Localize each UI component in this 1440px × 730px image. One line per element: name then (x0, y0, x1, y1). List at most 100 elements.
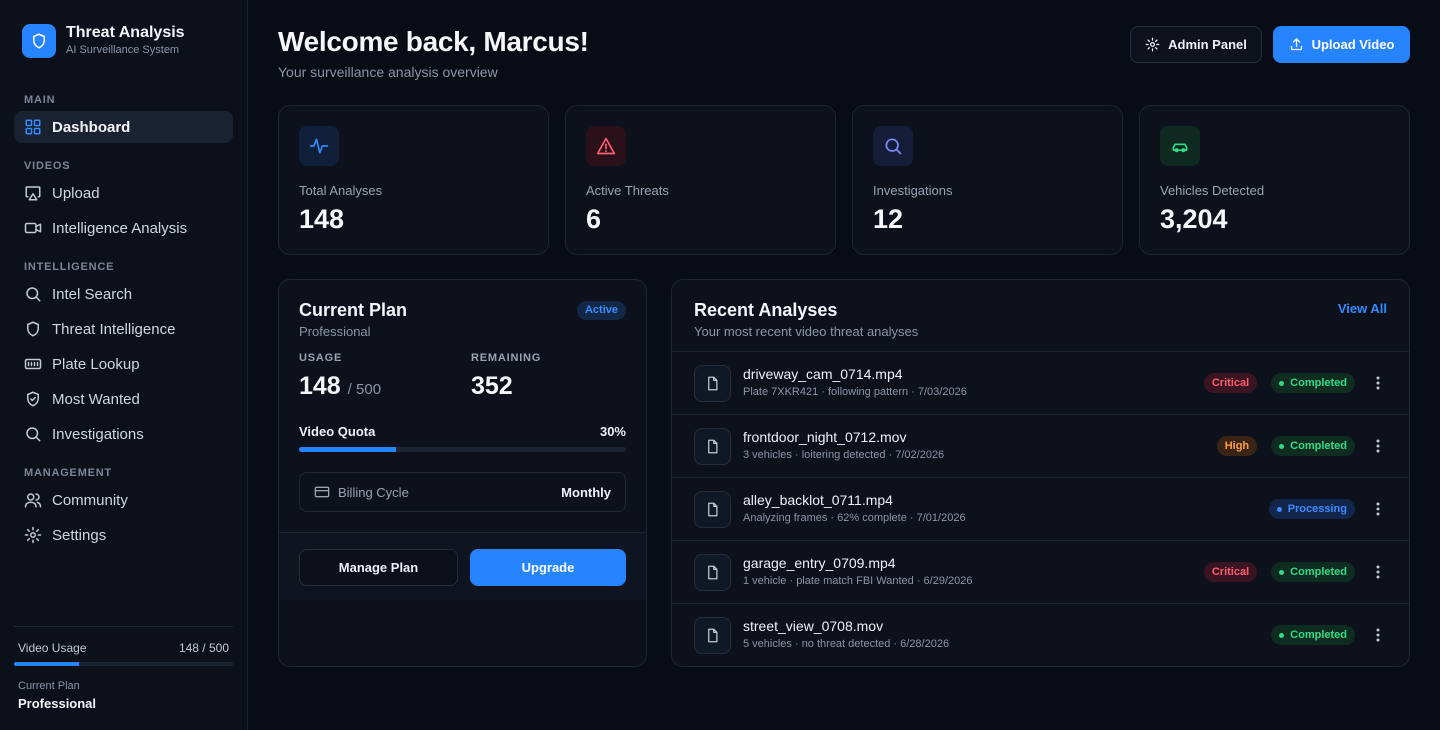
stat-card-investigations[interactable]: Investigations 12 (852, 105, 1123, 255)
page-title: Welcome back, Marcus! (278, 26, 589, 57)
stat-value: 3,204 (1160, 204, 1228, 234)
stat-label: Vehicles Detected (1160, 183, 1265, 198)
analysis-row[interactable]: driveway_cam_0714.mp4 Plate 7XKR421 · fo… (672, 351, 1409, 414)
file-icon (694, 428, 731, 465)
billing-cycle-row: Billing Cycle Monthly (299, 472, 626, 512)
more-options-icon[interactable] (1369, 437, 1387, 455)
admin-panel-button[interactable]: Admin Panel (1130, 26, 1262, 63)
row-badges: Critical Completed (1203, 562, 1355, 582)
remaining-value: 352 (471, 372, 513, 400)
video-camera-icon (24, 222, 42, 234)
sidebar-item-label: Threat Intelligence (52, 320, 176, 338)
status-label: Completed (1290, 629, 1347, 641)
usage-count: 148 (299, 372, 341, 400)
analysis-row[interactable]: frontdoor_night_0712.mov 3 vehicles · lo… (672, 414, 1409, 477)
row-badges: Critical Completed (1203, 373, 1355, 393)
sidebar-item-community[interactable]: Community (14, 484, 233, 516)
search-icon (873, 126, 913, 166)
usage-label: USAGE (299, 352, 343, 364)
recent-analyses-title: Recent Analyses (694, 300, 838, 320)
stat-card-vehicles-detected[interactable]: Vehicles Detected 3,204 (1139, 105, 1410, 255)
gear-icon (24, 526, 42, 544)
file-name[interactable]: street_view_0708.mov (743, 618, 883, 634)
file-name[interactable]: driveway_cam_0714.mp4 (743, 366, 903, 382)
activity-icon (299, 126, 339, 166)
sidebar-item-label: Settings (52, 526, 107, 544)
file-icon (694, 617, 731, 654)
analysis-row[interactable]: garage_entry_0709.mp4 1 vehicle · plate … (672, 540, 1409, 603)
sidebar-item-plate-lookup[interactable]: Plate Lookup (14, 348, 233, 380)
status-label: Completed (1290, 566, 1347, 578)
file-icon (694, 554, 731, 591)
more-options-icon[interactable] (1369, 626, 1387, 644)
sidebar-item-label: Community (52, 491, 128, 509)
quota-percent: 30% (599, 424, 626, 439)
file-name[interactable]: alley_backlot_0711.mp4 (743, 492, 893, 508)
stat-value: 6 (586, 204, 602, 234)
analysis-row[interactable]: street_view_0708.mov 5 vehicles · no thr… (672, 603, 1409, 666)
sidebar-item-dashboard[interactable]: Dashboard (14, 111, 233, 143)
status-badge: Completed (1271, 625, 1355, 645)
sidebar-item-intelligence-analysis[interactable]: Intelligence Analysis (14, 212, 233, 244)
sidebar-item-threat-intelligence[interactable]: Threat Intelligence (14, 313, 233, 345)
recent-analyses-subtitle: Your most recent video threat analyses (694, 324, 919, 339)
usage-value: 148 / 500 (299, 372, 381, 401)
status-dot (1276, 506, 1282, 512)
usage-total: / 500 (347, 381, 382, 398)
stat-card-active-threats[interactable]: Active Threats 6 (565, 105, 836, 255)
status-label: Completed (1290, 440, 1347, 452)
sidebar-item-investigations[interactable]: Investigations (14, 418, 233, 450)
analysis-list: driveway_cam_0714.mp4 Plate 7XKR421 · fo… (672, 351, 1409, 666)
admin-panel-label: Admin Panel (1168, 37, 1247, 52)
quota-progress-fill (299, 447, 396, 452)
sidebar-item-label: Plate Lookup (52, 355, 140, 373)
status-badge: Completed (1271, 562, 1355, 582)
stat-label: Investigations (873, 183, 953, 198)
status-badge: Active (576, 301, 626, 320)
upgrade-button[interactable]: Upgrade (470, 549, 626, 586)
sidebar-item-label: Upload (52, 184, 100, 202)
more-options-icon[interactable] (1369, 500, 1387, 518)
shield-check-icon (27, 391, 39, 407)
file-meta: Analyzing frames · 62% complete · 7/01/2… (743, 512, 966, 524)
sidebar: Threat Analysis AI Surveillance System M… (0, 0, 248, 730)
stat-card-total-analyses[interactable]: Total Analyses 148 (278, 105, 549, 255)
severity-badge: Critical (1203, 562, 1258, 582)
row-badges: Processing (1268, 499, 1355, 519)
billing-cycle-value: Monthly (561, 484, 611, 500)
stat-label: Active Threats (586, 183, 669, 198)
sidebar-item-label: Investigations (52, 425, 144, 443)
more-options-icon[interactable] (1369, 563, 1387, 581)
usage-progress-bar (14, 662, 233, 666)
recent-analyses-card: Recent Analyses Your most recent video t… (671, 279, 1410, 667)
view-all-link[interactable]: View All (1338, 301, 1387, 316)
more-options-icon[interactable] (1369, 374, 1387, 392)
car-icon (1160, 126, 1200, 166)
stat-label: Total Analyses (299, 183, 383, 198)
sidebar-item-settings[interactable]: Settings (14, 519, 233, 551)
manage-plan-button[interactable]: Manage Plan (299, 549, 458, 586)
sidebar-item-most-wanted[interactable]: Most Wanted (14, 383, 233, 415)
grid-icon (25, 119, 41, 135)
file-meta: 1 vehicle · plate match FBI Wanted · 6/2… (743, 575, 973, 587)
status-badge: Completed (1271, 373, 1355, 393)
sidebar-item-label: Intel Search (52, 285, 133, 303)
sidebar-item-intel-search[interactable]: Intel Search (14, 278, 233, 310)
usage-label: Video Usage (18, 641, 87, 655)
upload-video-button[interactable]: Upload Video (1273, 26, 1410, 63)
usage-progress-fill (14, 662, 79, 666)
upload-icon (1290, 38, 1302, 51)
sidebar-item-upload[interactable]: Upload (14, 177, 233, 209)
gear-icon (1145, 37, 1160, 52)
cast-upload-icon (25, 186, 41, 201)
shield-logo-icon (22, 24, 56, 58)
brand-title: Threat Analysis (66, 24, 185, 41)
row-badges: High Completed (1216, 436, 1355, 456)
shield-icon (27, 321, 39, 337)
analysis-row[interactable]: alley_backlot_0711.mp4 Analyzing frames … (672, 477, 1409, 540)
file-name[interactable]: garage_entry_0709.mp4 (743, 555, 896, 571)
file-name[interactable]: frontdoor_night_0712.mov (743, 429, 906, 445)
search-icon (26, 427, 41, 442)
brand[interactable]: Threat Analysis AI Surveillance System (22, 24, 185, 58)
status-badge: Processing (1268, 499, 1355, 519)
